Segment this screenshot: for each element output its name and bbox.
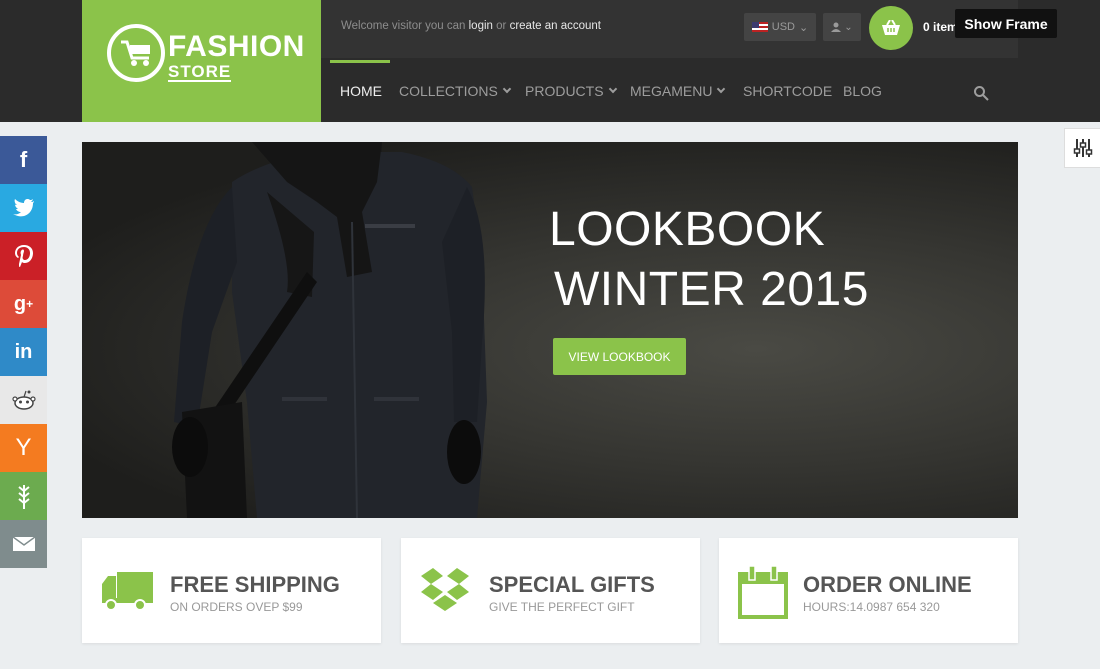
- nav-label: SHORTCODE: [743, 83, 833, 99]
- login-link[interactable]: login: [469, 20, 493, 32]
- logo[interactable]: FASHION STORE: [82, 0, 321, 122]
- sliders-icon: [1073, 139, 1092, 157]
- hero-title-line2: WINTER 2015: [554, 263, 869, 316]
- feature-title: FREE SHIPPING: [170, 572, 340, 597]
- currency-selector[interactable]: USD ⌄: [744, 13, 816, 41]
- social-share-bar: f g + in Y: [0, 136, 47, 568]
- feature-special-gifts[interactable]: SPECIAL GIFTS GIVE THE PERFECT GIFT: [401, 538, 700, 643]
- feature-subtitle: HOURS:14.0987 654 320: [803, 600, 940, 614]
- view-lookbook-button[interactable]: VIEW LOOKBOOK: [553, 338, 686, 375]
- calendar-icon: [738, 566, 788, 619]
- currency-label: USD: [771, 21, 795, 33]
- hero-title-line1: LOOKBOOK: [549, 203, 826, 256]
- welcome-or: or: [496, 20, 507, 32]
- search-icon[interactable]: [973, 85, 989, 101]
- cart-count[interactable]: 0 item: [923, 20, 958, 34]
- hero-banner: LOOKBOOK WINTER 2015 VIEW LOOKBOOK: [82, 142, 1018, 518]
- header: FASHION STORE Welcome visitor you can lo…: [0, 0, 1100, 122]
- nav-label: PRODUCTS: [525, 83, 604, 99]
- nav-active-indicator: [330, 60, 390, 63]
- welcome-prefix: Welcome visitor you can: [341, 20, 466, 32]
- pinterest-icon[interactable]: [0, 232, 47, 280]
- nav-label: MEGAMENU: [630, 83, 713, 99]
- email-icon[interactable]: [0, 520, 47, 568]
- nav-item-megamenu[interactable]: MEGAMENU: [630, 83, 726, 99]
- nav-label: BLOG: [843, 83, 882, 99]
- feature-title: ORDER ONLINE: [803, 572, 972, 597]
- us-flag-icon: [751, 22, 768, 32]
- nav-item-shortcode[interactable]: SHORTCODE: [743, 83, 832, 99]
- reddit-icon[interactable]: [0, 376, 47, 424]
- topbar: Welcome visitor you can login or create …: [321, 0, 1018, 58]
- feature-order-online[interactable]: ORDER ONLINE HOURS:14.0987 654 320: [719, 538, 1018, 643]
- feature-subtitle: GIVE THE PERFECT GIFT: [489, 600, 635, 614]
- model-photo: [172, 142, 487, 518]
- feature-free-shipping[interactable]: FREE SHIPPING ON ORDERS OVEP $99: [82, 538, 381, 643]
- facebook-icon[interactable]: f: [0, 136, 47, 184]
- cart-button[interactable]: [869, 6, 913, 50]
- chevron-down-icon: ⌄: [799, 21, 809, 34]
- nav-label: HOME: [340, 83, 382, 99]
- chevron-down-icon: [717, 84, 726, 94]
- hacker-news-icon[interactable]: Y: [0, 424, 47, 472]
- feature-title: SPECIAL GIFTS: [489, 572, 655, 597]
- linkedin-icon[interactable]: in: [0, 328, 47, 376]
- nav-label: COLLECTIONS: [399, 83, 498, 99]
- chevron-down-icon: [502, 84, 512, 94]
- chevron-down-icon: [608, 84, 617, 94]
- welcome-text: Welcome visitor you can login or create …: [341, 20, 601, 32]
- truck-icon: [102, 572, 153, 611]
- main-nav: HOME COLLECTIONS PRODUCTS MEGAMENU SHORT…: [330, 60, 1018, 122]
- chevron-down-icon: ⌄: [844, 21, 853, 33]
- feature-subtitle: ON ORDERS OVEP $99: [170, 600, 303, 614]
- create-account-link[interactable]: create an account: [510, 20, 601, 32]
- logo-subtitle: STORE: [168, 62, 232, 82]
- user-icon: [831, 22, 842, 32]
- basket-icon: [882, 20, 900, 35]
- nav-item-collections[interactable]: COLLECTIONS: [399, 83, 512, 99]
- twitter-icon[interactable]: [0, 184, 47, 232]
- google-plus-icon[interactable]: g +: [0, 280, 47, 328]
- vine-icon[interactable]: [0, 472, 47, 520]
- dropbox-icon: [421, 568, 469, 611]
- theme-settings-button[interactable]: [1064, 128, 1100, 168]
- account-selector[interactable]: ⌄: [823, 13, 861, 41]
- nav-item-products[interactable]: PRODUCTS: [525, 83, 617, 99]
- show-frame-button[interactable]: Show Frame: [955, 9, 1057, 38]
- nav-item-blog[interactable]: BLOG: [843, 83, 882, 99]
- cart-logo-icon: [121, 40, 150, 66]
- logo-title: FASHION: [168, 30, 305, 63]
- nav-item-home[interactable]: HOME: [340, 83, 382, 99]
